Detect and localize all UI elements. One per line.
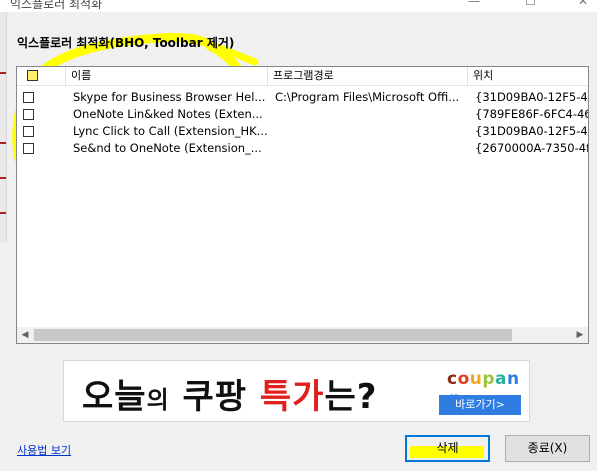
coupang-logo-letter: o	[457, 369, 470, 389]
row-path: C:\Program Files\Microsoft Offi...	[275, 90, 460, 104]
background-window-edge	[0, 12, 7, 242]
row-path	[270, 123, 468, 140]
delete-button-label: 삭제	[436, 441, 459, 455]
coupang-logo-letter: p	[482, 369, 496, 389]
row-checkbox[interactable]	[23, 143, 34, 154]
column-header-path[interactable]: 프로그램경로	[268, 67, 468, 85]
row-location: {31D09BA0-12F5-4CCE	[475, 90, 588, 104]
column-header-location[interactable]: 위치	[468, 67, 588, 85]
row-checkbox[interactable]	[23, 126, 34, 137]
list-row[interactable]: Lync Click to Call (Extension_HK... {31D…	[17, 123, 588, 140]
delete-button[interactable]: 삭제	[405, 435, 490, 462]
maximize-icon[interactable]: ☐	[525, 0, 536, 8]
row-location: {789FE86F-6FC4-46A1	[475, 107, 588, 121]
coupang-logo-letter: n	[507, 369, 520, 389]
column-header-name[interactable]: 이름	[66, 67, 268, 85]
window-title: 익스플로러 최적화	[10, 0, 103, 11]
row-name: Lync Click to Call (Extension_HK...	[73, 124, 268, 138]
close-button[interactable]: 종료(X)	[505, 435, 590, 462]
ad-text-coupang: 쿠팡	[182, 377, 248, 417]
select-all-column	[17, 67, 66, 85]
section-title: 익스플로러 최적화(BHO, Toolbar 제거)	[17, 36, 235, 50]
list-header: 이름 프로그램경로 위치	[17, 67, 588, 86]
list-row[interactable]: OneNote Lin&ked Notes (Exten... {789FE86…	[17, 106, 588, 123]
row-name: Skype for Business Browser Hel...	[73, 90, 266, 104]
ad-text-of: 의	[146, 386, 170, 414]
row-path	[270, 140, 468, 157]
row-name: OneNote Lin&ked Notes (Exten...	[73, 107, 263, 121]
extension-list[interactable]: 이름 프로그램경로 위치 Skype for Business Browser …	[16, 66, 589, 344]
scrollbar-thumb[interactable]	[34, 329, 512, 341]
scroll-left-arrow-icon[interactable]: ◀	[17, 327, 33, 343]
close-icon[interactable]: ✕	[578, 0, 588, 8]
ad-go-button[interactable]: 바로가기>	[439, 395, 521, 415]
coupang-logo-letter: u	[469, 369, 483, 389]
coupang-ad-banner[interactable]: 오늘의 쿠팡 특가는? coupang 바로가기>	[63, 360, 530, 422]
row-location: {31D09BA0-12F5-4CCE	[475, 124, 588, 138]
help-link[interactable]: 사용법 보기	[17, 442, 71, 458]
row-name: Se&nd to OneNote (Extension_...	[73, 141, 262, 155]
ad-text-question: 는?	[324, 377, 378, 417]
title-bar: 익스플로러 최적화 — ☐ ✕	[0, 0, 597, 12]
close-button-label: 종료(X)	[527, 441, 568, 455]
row-checkbox[interactable]	[23, 109, 34, 120]
scroll-right-arrow-icon[interactable]: ▶	[572, 327, 588, 343]
list-row[interactable]: Se&nd to OneNote (Extension_... {2670000…	[17, 140, 588, 157]
coupang-logo-letter: c	[447, 369, 458, 389]
row-location: {2670000A-7350-4f3	[475, 141, 588, 155]
minimize-icon[interactable]: —	[468, 0, 480, 8]
ad-headline: 오늘의 쿠팡 특가는?	[82, 369, 377, 418]
row-checkbox[interactable]	[23, 92, 34, 103]
ad-text-special: 특가	[259, 377, 325, 417]
select-all-checkbox[interactable]	[27, 70, 38, 81]
coupang-logo-letter: a	[495, 369, 508, 389]
row-path	[270, 106, 468, 123]
horizontal-scrollbar[interactable]: ◀ ▶	[17, 327, 588, 343]
list-row[interactable]: Skype for Business Browser Hel... C:\Pro…	[17, 89, 588, 106]
ad-text-today: 오늘	[82, 377, 147, 417]
